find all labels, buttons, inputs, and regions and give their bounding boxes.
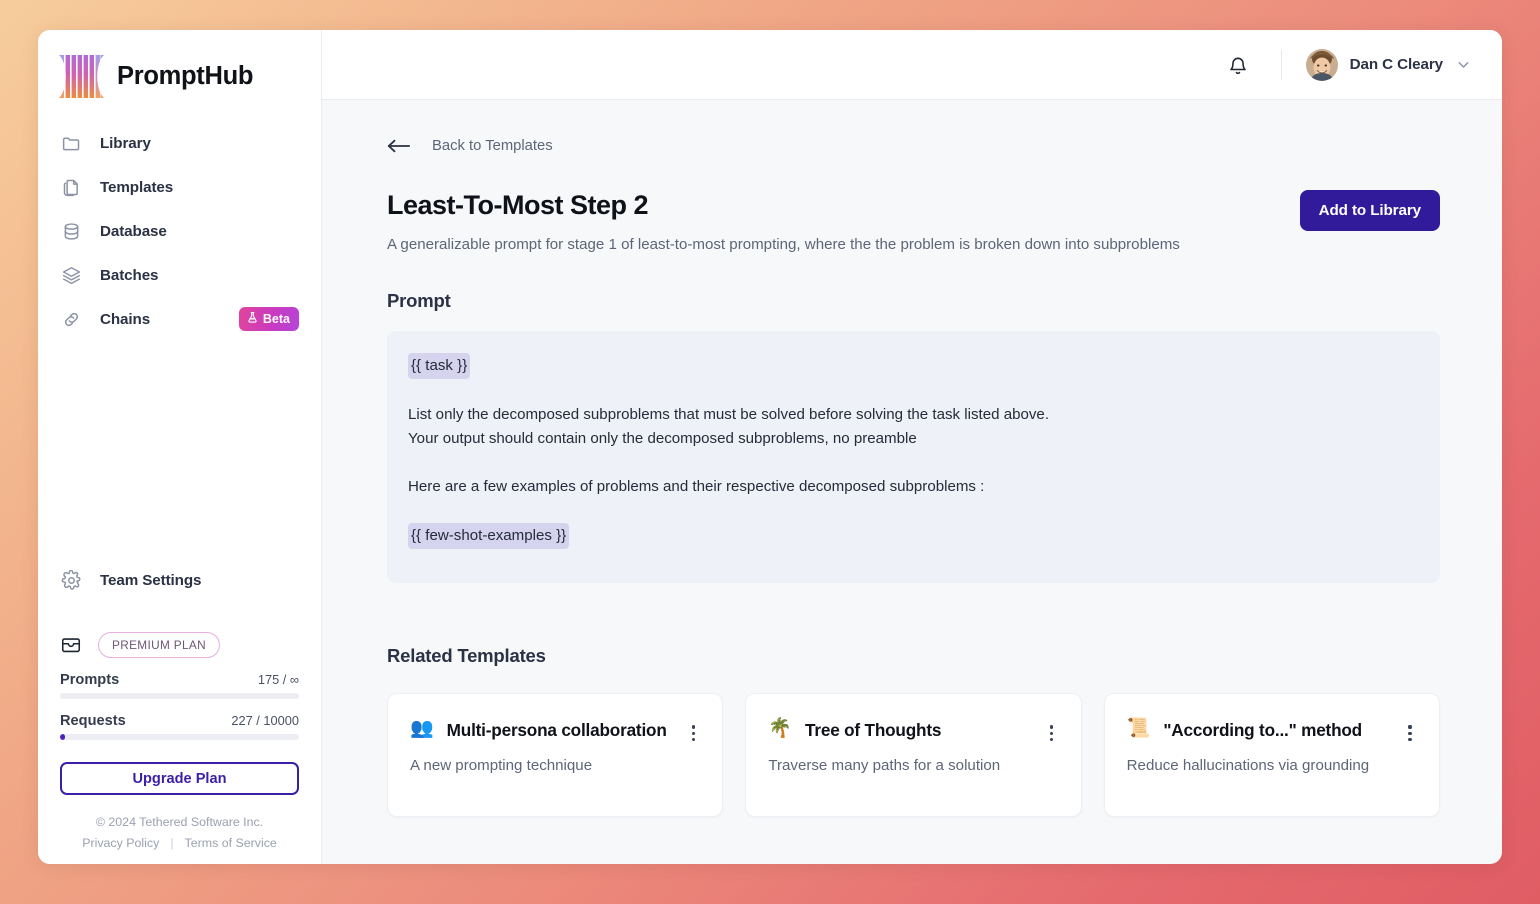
arrow-left-icon <box>387 138 410 154</box>
link-icon <box>60 308 82 330</box>
progress-fill <box>60 734 66 740</box>
title-block: Least-To-Most Step 2 A generalizable pro… <box>387 190 1180 255</box>
brand-name: PromptHub <box>117 61 254 90</box>
prompt-blank-line <box>408 499 1419 523</box>
gear-icon <box>60 569 82 591</box>
template-card[interactable]: 📜 "According to..." method Reduce halluc… <box>1103 693 1440 818</box>
more-options-icon[interactable] <box>1401 716 1419 741</box>
template-card[interactable]: 🌴 Tree of Thoughts Traverse many paths f… <box>745 693 1082 818</box>
sidebar: PromptHub Library Templates Database Bat… <box>38 30 322 864</box>
meter-prompts: Prompts 175 / ∞ <box>60 672 299 699</box>
title-row: Least-To-Most Step 2 A generalizable pro… <box>387 190 1440 255</box>
sidebar-item-label: Templates <box>100 178 174 196</box>
add-to-library-button[interactable]: Add to Library <box>1299 190 1440 231</box>
more-options-icon[interactable] <box>684 716 702 741</box>
copyright-text: © 2024 Tethered Software Inc. <box>95 815 264 829</box>
meter-label: Prompts <box>60 672 120 688</box>
prompt-line-3: Here are a few examples of problems and … <box>408 478 985 496</box>
progress-track <box>60 693 299 699</box>
plan-header: PREMIUM PLAN <box>60 632 299 658</box>
sidebar-nav: Library Templates Database Batches Chain… <box>38 121 321 341</box>
palm-tree-emoji: 🌴 <box>768 718 792 740</box>
layers-icon <box>60 264 82 286</box>
template-card-description: Reduce hallucinations via grounding <box>1126 757 1370 775</box>
terms-of-service-link[interactable]: Terms of Service <box>185 836 277 850</box>
user-name: Dan C Cleary <box>1349 56 1443 73</box>
flask-icon <box>246 311 259 327</box>
prompt-blank-line <box>408 451 1419 475</box>
prompt-line-1: List only the decomposed subproblems tha… <box>408 406 1050 424</box>
beta-badge-label: Beta <box>262 311 290 326</box>
template-card-description: Traverse many paths for a solution <box>768 757 1001 775</box>
people-emoji: 👥 <box>410 718 434 740</box>
prompt-section-title: Prompt <box>387 290 451 312</box>
team-settings-label: Team Settings <box>100 571 202 589</box>
more-options-icon[interactable] <box>1043 716 1061 741</box>
sidebar-item-batches[interactable]: Batches <box>38 253 321 297</box>
chevron-down-icon[interactable] <box>1455 56 1472 73</box>
back-to-templates-link[interactable]: Back to Templates <box>387 138 553 154</box>
sidebar-item-database[interactable]: Database <box>38 209 321 253</box>
template-card[interactable]: 👥 Multi-persona collaboration A new prom… <box>387 693 724 818</box>
prompt-body[interactable]: {{ task }} List only the decomposed subp… <box>387 331 1440 584</box>
sidebar-item-label: Library <box>100 134 151 152</box>
topbar-divider <box>1280 49 1282 80</box>
main-column: Dan C Cleary Back to Templates Least-To-… <box>322 30 1502 864</box>
page-title: Least-To-Most Step 2 <box>387 190 649 220</box>
meter-label: Requests <box>60 713 126 729</box>
prompthub-bars-logo <box>59 54 104 98</box>
page-subtitle: A generalizable prompt for stage 1 of le… <box>387 236 1180 254</box>
app-window: PromptHub Library Templates Database Bat… <box>38 30 1502 864</box>
meter-requests: Requests 227 / 10000 <box>60 713 299 740</box>
brand[interactable]: PromptHub <box>38 30 321 100</box>
beta-badge: Beta <box>238 307 299 331</box>
legal-footer: © 2024 Tethered Software Inc. Privacy Po… <box>60 815 299 850</box>
content-area: Back to Templates Least-To-Most Step 2 A… <box>322 100 1502 864</box>
meter-value: 227 / 10000 <box>231 713 299 728</box>
sidebar-item-chains[interactable]: Chains Beta <box>38 297 321 341</box>
scroll-emoji: 📜 <box>1126 718 1151 740</box>
sidebar-item-library[interactable]: Library <box>38 121 321 165</box>
topbar: Dan C Cleary <box>322 30 1502 100</box>
prompt-line-2: Your output should contain only the deco… <box>408 430 917 448</box>
avatar <box>1305 48 1338 81</box>
upgrade-plan-button[interactable]: Upgrade Plan <box>60 762 299 795</box>
notification-bell-icon[interactable] <box>1221 48 1255 82</box>
plan-block: PREMIUM PLAN Prompts 175 / ∞ Requests 22… <box>60 632 299 795</box>
user-menu[interactable]: Dan C Cleary <box>1305 48 1472 81</box>
prompt-blank-line <box>408 379 1419 403</box>
documents-icon <box>60 176 82 198</box>
prompt-variable-few-shot-examples: {{ few-shot-examples }} <box>408 523 570 550</box>
sidebar-item-label: Database <box>100 222 167 240</box>
sidebar-item-label: Batches <box>100 266 159 284</box>
related-templates-title: Related Templates <box>387 645 546 667</box>
template-card-description: A new prompting technique <box>410 757 593 775</box>
sidebar-item-team-settings[interactable]: Team Settings <box>60 558 299 602</box>
progress-track <box>60 734 299 740</box>
prompt-variable-task: {{ task }} <box>408 353 471 380</box>
plan-badge: PREMIUM PLAN <box>98 632 221 658</box>
sidebar-item-templates[interactable]: Templates <box>38 165 321 209</box>
folder-icon <box>60 132 82 154</box>
legal-separator: | <box>170 836 174 850</box>
sidebar-item-label: Chains <box>100 310 151 328</box>
wallet-icon <box>60 634 82 656</box>
template-card-title: Multi-persona collaboration <box>446 720 667 741</box>
meter-value: 175 / ∞ <box>257 672 299 687</box>
back-link-label: Back to Templates <box>432 138 553 154</box>
sidebar-footer: Team Settings PREMIUM PLAN Prompts 175 /… <box>38 558 321 864</box>
database-icon <box>60 220 82 242</box>
template-card-title: "According to..." method <box>1163 720 1362 741</box>
privacy-policy-link[interactable]: Privacy Policy <box>82 836 159 850</box>
template-card-title: Tree of Thoughts <box>805 720 942 741</box>
related-templates-grid: 👥 Multi-persona collaboration A new prom… <box>387 693 1440 818</box>
